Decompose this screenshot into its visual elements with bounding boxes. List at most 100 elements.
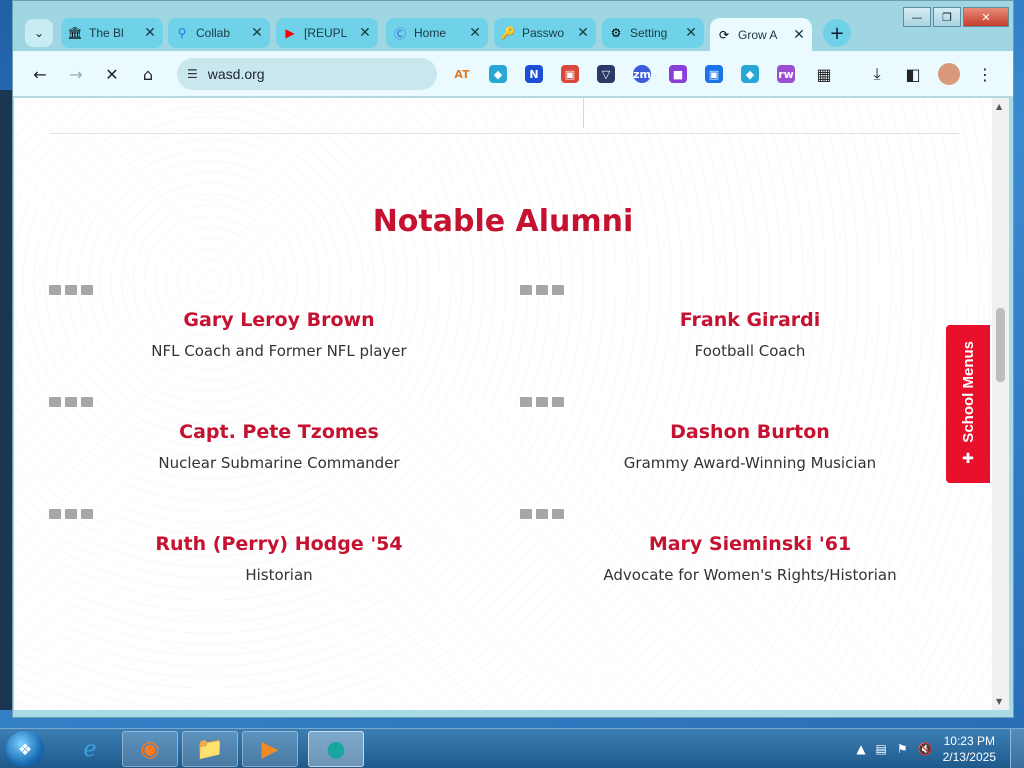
browser-toolbar: ← → ✕ ⌂ ☰ wasd.org AT ◆ N ▣ ▽ zm ■ ▣ ◆ r… (13, 51, 1013, 97)
arrow-right-icon: → (69, 64, 83, 84)
extension-label: zm (633, 67, 651, 81)
image-placeholder-icon (49, 397, 93, 407)
taskbar: ❖ ℯ ◉ 📁 ▶ ● ▲ ▤ ⚑ 🔇 10:23 PM 2/13/2025 (0, 728, 1024, 768)
utensils-icon: ✚ (962, 450, 974, 467)
extension-label: ▽ (601, 67, 611, 81)
extension-label: rw (778, 67, 794, 81)
image-placeholder-icon (520, 397, 564, 407)
address-bar[interactable]: ☰ wasd.org (177, 58, 437, 90)
menu-button[interactable]: ⋮ (974, 63, 996, 85)
close-icon[interactable]: ✕ (358, 25, 372, 41)
taskbar-firefox[interactable]: ◉ (122, 731, 178, 767)
vertical-scrollbar[interactable]: ▲ ▼ (992, 98, 1009, 710)
downloads-button[interactable]: ⤓ (866, 63, 888, 85)
close-icon[interactable]: ✕ (468, 25, 482, 41)
browser-window: ⌄ 🏛 The Bl ✕ ⚲ Collab ✕ ▶ [REUPL ✕ Ⓒ Hom… (12, 0, 1014, 718)
scroll-down-arrow-icon[interactable]: ▼ (996, 697, 1002, 706)
extension-rw-icon[interactable]: rw (777, 65, 795, 83)
alumnus-name: Frank Girardi (679, 309, 821, 331)
url-text: wasd.org (207, 66, 265, 82)
site-settings-icon[interactable]: ☰ (187, 67, 198, 81)
clock-time: 10:23 PM (943, 734, 995, 748)
puzzle-icon: ▦ (816, 64, 832, 84)
tab-search-button[interactable]: ⌄ (25, 19, 53, 47)
alumnus-name: Ruth (Perry) Hodge '54 (155, 533, 403, 555)
close-icon[interactable]: ✕ (576, 25, 590, 41)
internet-explorer-icon: ℯ (83, 736, 97, 762)
close-icon[interactable]: ✕ (143, 25, 157, 41)
close-icon[interactable]: ✕ (250, 25, 264, 41)
alumnus-name: Dashon Burton (670, 421, 830, 443)
extensions-puzzle-button[interactable]: ▦ (813, 63, 835, 85)
extension-chat-icon[interactable]: ■ (669, 65, 687, 83)
tab-strip: ⌄ 🏛 The Bl ✕ ⚲ Collab ✕ ▶ [REUPL ✕ Ⓒ Hom… (13, 1, 1013, 51)
extension-zm-icon[interactable]: zm (633, 65, 651, 83)
home-button[interactable]: ⌂ (137, 63, 159, 85)
extension-label: ◆ (745, 67, 755, 81)
side-panel-button[interactable]: ◧ (902, 63, 924, 85)
tab-label: Grow A (738, 27, 778, 42)
alumnus-name: Mary Sieminski '61 (648, 533, 852, 555)
tab-label: Passwo (522, 26, 565, 40)
scroll-thumb[interactable] (996, 308, 1005, 382)
tab-6-active[interactable]: ⟳ Grow A ✕ (710, 18, 812, 51)
extension-label: ▣ (564, 67, 576, 81)
tab-label: The Bl (89, 26, 124, 40)
extension-at-icon[interactable]: AT (453, 65, 471, 83)
image-placeholder-icon (49, 285, 93, 295)
extension-n-icon[interactable]: N (525, 65, 543, 83)
close-window-button[interactable]: ✕ (963, 7, 1009, 27)
tray-expand-icon[interactable]: ▲ (856, 742, 865, 756)
close-icon[interactable]: ✕ (684, 25, 698, 41)
alumnus-name: Capt. Pete Tzomes (179, 421, 379, 443)
back-button[interactable]: ← (29, 63, 51, 85)
extension-shield-icon[interactable]: ▽ (597, 65, 615, 83)
extension-cloud-icon[interactable]: ◆ (489, 65, 507, 83)
restore-button[interactable]: ❐ (933, 7, 961, 27)
image-placeholder-icon (520, 285, 564, 295)
extension-cloud2-icon[interactable]: ◆ (741, 65, 759, 83)
background-pattern (14, 98, 992, 710)
start-button[interactable]: ❖ (6, 731, 44, 767)
image-placeholder-icon (520, 509, 564, 519)
youtube-icon: ▶ (285, 26, 295, 40)
stop-loading-button[interactable]: ✕ (101, 63, 123, 85)
network-icon[interactable]: ▤ (876, 742, 887, 756)
tab-5[interactable]: ⚙ Setting ✕ (602, 18, 704, 48)
loading-icon: ⟳ (718, 27, 730, 42)
show-desktop-button[interactable] (1010, 729, 1024, 768)
tab-4[interactable]: 🔑 Passwo ✕ (494, 18, 596, 48)
extension-box-icon[interactable]: ▣ (705, 65, 723, 83)
taskbar-browser[interactable]: ● (308, 731, 364, 767)
home-icon: ⌂ (142, 64, 154, 84)
minimize-button[interactable]: — (903, 7, 931, 27)
c-logo-icon: Ⓒ (393, 26, 406, 41)
download-icon: ⤓ (873, 64, 881, 83)
page-content: Notable Alumni Gary Leroy Brown NFL Coac… (14, 98, 992, 710)
school-menus-button[interactable]: School Menus ✚ (946, 325, 990, 483)
flag-icon[interactable]: ⚑ (897, 742, 908, 756)
divider (583, 98, 584, 128)
plus-icon: + (829, 22, 845, 44)
new-tab-button[interactable]: + (823, 19, 851, 47)
profile-avatar[interactable] (938, 63, 960, 85)
section-title: Notable Alumni (372, 204, 634, 239)
alumnus-role: Nuclear Submarine Commander (158, 454, 400, 472)
extension-label: N (529, 67, 539, 81)
tab-1[interactable]: ⚲ Collab ✕ (168, 18, 270, 48)
forward-button[interactable]: → (65, 63, 87, 85)
taskbar-internet-explorer[interactable]: ℯ (62, 731, 118, 767)
system-tray: ▲ ▤ ⚑ 🔇 10:23 PM 2/13/2025 (856, 729, 996, 768)
media-player-icon: ▶ (261, 736, 279, 762)
close-icon[interactable]: ✕ (792, 27, 806, 43)
close-icon: ✕ (105, 64, 119, 84)
scroll-up-arrow-icon[interactable]: ▲ (996, 102, 1002, 111)
tab-0[interactable]: 🏛 The Bl ✕ (61, 18, 163, 48)
taskbar-file-explorer[interactable]: 📁 (182, 731, 238, 767)
tab-3[interactable]: Ⓒ Home ✕ (386, 18, 488, 48)
volume-muted-icon[interactable]: 🔇 (918, 742, 933, 756)
extension-screen-icon[interactable]: ▣ (561, 65, 579, 83)
tab-2[interactable]: ▶ [REUPL ✕ (276, 18, 378, 48)
taskbar-media-player[interactable]: ▶ (242, 731, 298, 767)
clock[interactable]: 10:23 PM 2/13/2025 (943, 733, 996, 765)
